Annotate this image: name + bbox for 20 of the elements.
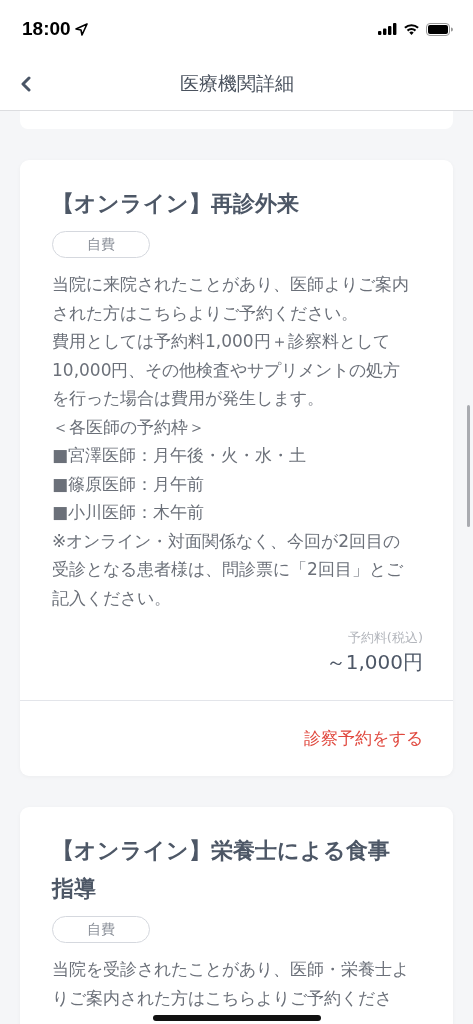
page-title: 医療機関詳細: [179, 71, 294, 96]
price-label: 予約料(税込): [347, 629, 423, 647]
wifi-icon: [403, 23, 420, 35]
signal-icon: [378, 23, 397, 35]
description-paragraph: ■小川医師：木午前: [52, 501, 206, 524]
description-paragraph: ■宮澤医師：月午後・火・水・土: [52, 444, 308, 467]
description-paragraph: 費用としては予約料1,000円＋診察料として10,000円、その他検査やサプリメントの処方を行った場合は費用が発生します。: [52, 330, 402, 410]
description-paragraph: ※オンライン・対面関係なく、今回が2回目の受診となる患者様は、問診票に「2回目」とご記入ください。: [52, 529, 404, 610]
price-value: ～1,000円: [325, 649, 423, 676]
menu-title: 【オンライン】再診外来: [52, 190, 299, 218]
status-time: 18:00: [22, 18, 71, 40]
description-paragraph: 当院を受診されたことがあり、医師・栄養士よりご案内された方はこちらよりご予約くださ: [52, 958, 410, 1010]
description-paragraph: ＜各医師の予約枠＞: [52, 415, 206, 439]
back-chevron-icon: [20, 76, 32, 92]
battery-icon: [426, 22, 453, 36]
description-paragraph: 当院に来院されたことがあり、医師よりご案内された方はこちらよりご予約ください。: [52, 273, 410, 325]
location-arrow-icon: [74, 22, 88, 36]
book-button[interactable]: 診察予約をする: [304, 727, 423, 750]
menu-title: 【オンライン】栄養士による食事指導: [52, 837, 391, 903]
description-paragraph: ■篠原医師：月午前: [52, 472, 206, 496]
